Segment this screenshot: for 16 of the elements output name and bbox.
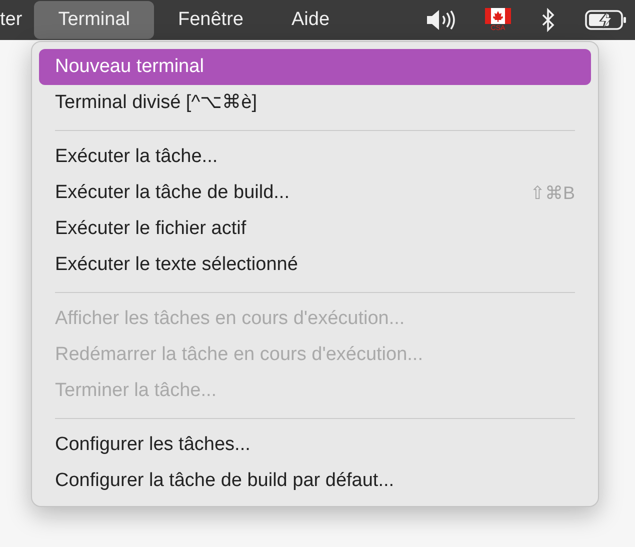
menu-bar-item[interactable]: Terminal xyxy=(34,1,154,39)
menu-bar-item[interactable]: Aide xyxy=(267,1,354,39)
bluetooth-icon[interactable] xyxy=(541,8,555,32)
menu-item[interactable]: Exécuter la tâche de build... ⇧⌘B xyxy=(39,175,591,211)
menu-item[interactable]: Exécuter le fichier actif xyxy=(39,211,591,247)
menu-item[interactable]: Terminal divisé [^⌥⌘è] xyxy=(39,85,591,121)
speaker-icon[interactable] xyxy=(425,9,455,31)
menu-item[interactable]: Exécuter la tâche... xyxy=(39,139,591,175)
menu-item[interactable]: Configurer la tâche de build par défaut... xyxy=(39,463,591,499)
menu-bar-item[interactable]: Fenêtre xyxy=(154,1,268,39)
menu-item[interactable]: Nouveau terminal xyxy=(39,49,591,85)
shortcut-label: ⇧⌘B xyxy=(530,182,575,204)
menu-item[interactable]: Configurer les tâches... xyxy=(39,427,591,463)
menu-item[interactable]: Exécuter le texte sélectionné xyxy=(39,247,591,283)
menu-bar-item[interactable]: ter xyxy=(0,1,34,39)
battery-icon[interactable] xyxy=(585,9,627,31)
